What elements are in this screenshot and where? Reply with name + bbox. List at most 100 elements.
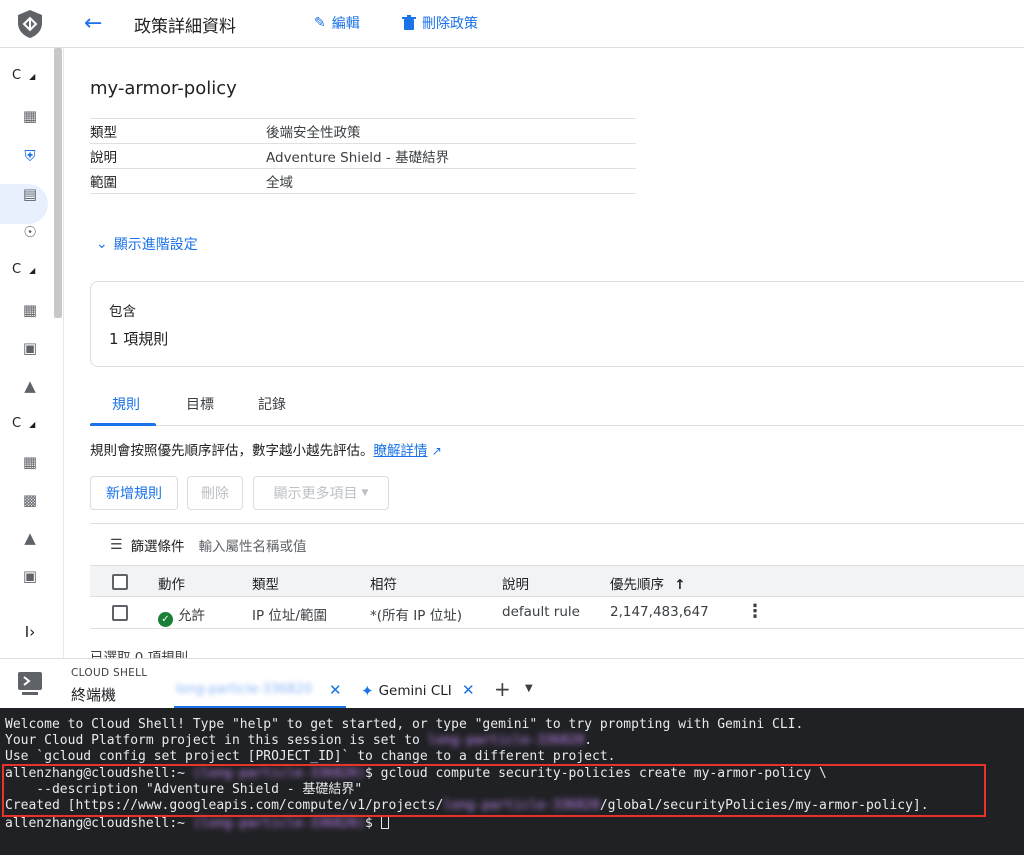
terminal-icon (18, 672, 42, 695)
cloud-shell-label: CLOUD SHELL (71, 667, 148, 679)
policy-name: my-armor-policy (90, 78, 237, 99)
caret-down-icon: ▼ (361, 488, 369, 498)
filter-bar: ☰ 篩選條件 輸入屬性名稱或值 (90, 523, 1024, 565)
rule-action: ✓ 允許 (158, 604, 205, 627)
info-row: 類型 後端安全性政策 (90, 119, 636, 144)
highlight-box (2, 764, 986, 817)
row-checkbox[interactable] (112, 605, 128, 621)
gemini-cli-label: Gemini CLI (378, 683, 452, 699)
grid-icon[interactable]: ▩ (18, 488, 42, 512)
info-value: Adventure Shield - 基礎結界 (266, 150, 450, 166)
rules-description: 規則會按照優先順序評估，數字越小越先評估。瞭解詳情 ↗ (90, 439, 442, 459)
info-key: 類型 (90, 125, 117, 141)
terminal-line: Welcome to Cloud Shell! Type "help" to g… (5, 717, 804, 732)
filter-label: 篩選條件 (130, 538, 185, 555)
info-key: 說明 (90, 150, 117, 166)
nav-section-letter[interactable]: C ◢ (12, 68, 35, 83)
add-rule-button[interactable]: 新增規則 (90, 476, 178, 510)
rule-description: default rule (502, 604, 580, 620)
expand-nav-icon[interactable]: I› (18, 620, 42, 644)
priority-label: 優先順序 (610, 577, 664, 593)
terminal[interactable]: Welcome to Cloud Shell! Type "help" to g… (0, 708, 1024, 855)
column-header-action[interactable]: 動作 (158, 573, 185, 593)
terminal-line: allenzhang@cloudshell:~ (long-particle-3… (5, 815, 389, 832)
nav-section-letter[interactable]: C ◢ (12, 416, 35, 431)
table-header: 動作 類型 相符 說明 優先順序 ↑ (90, 565, 1024, 597)
info-row: 說明 Adventure Shield - 基礎結界 (90, 144, 636, 169)
delete-policy-button[interactable]: 刪除政策 (402, 13, 478, 33)
filter-icon[interactable]: ☰ (110, 537, 123, 553)
delete-policy-label: 刪除政策 (422, 16, 478, 32)
contains-value: 1 項規則 (109, 330, 169, 348)
policy-info-table: 類型 後端安全性政策 說明 Adventure Shield - 基礎結界 範圍… (90, 118, 636, 194)
info-row: 範圍 全域 (90, 169, 636, 194)
delete-rule-button[interactable]: 刪除 (187, 476, 243, 510)
more-items-button[interactable]: 顯示更多項目 ▼ (253, 476, 389, 510)
select-all-checkbox[interactable] (112, 574, 128, 590)
info-value: 後端安全性政策 (266, 125, 361, 141)
back-arrow-icon[interactable]: ← (84, 12, 108, 36)
tab-targets[interactable]: 目標 (186, 394, 214, 414)
trash-icon (402, 15, 416, 30)
dashboard-icon[interactable]: ▦ (18, 104, 42, 128)
filter-input[interactable]: 輸入屬性名稱或值 (199, 535, 307, 555)
column-header-match[interactable]: 相符 (370, 573, 397, 593)
tab-rules[interactable]: 規則 (112, 394, 140, 414)
more-items-label: 顯示更多項目 (273, 486, 358, 502)
dashboard-icon[interactable]: ▦ (18, 450, 42, 474)
external-link-icon[interactable]: ↗ (432, 444, 442, 458)
selected-count: 已選取 0 項規則 (90, 650, 189, 658)
contains-label: 包含 (109, 304, 136, 320)
learn-more-link[interactable]: 瞭解詳情 (374, 443, 428, 459)
contains-card: 包含 1 項規則 (90, 281, 1024, 367)
show-advanced-toggle[interactable]: ⌄ 顯示進階設定 (96, 234, 198, 254)
sort-arrow-up-icon: ↑ (674, 577, 686, 593)
show-advanced-label: 顯示進階設定 (113, 237, 198, 253)
rule-action-label: 允許 (178, 608, 205, 624)
active-tab-indicator (90, 423, 156, 426)
dashboard-icon[interactable]: ▦ (18, 298, 42, 322)
storage-icon[interactable]: ▣ (18, 336, 42, 360)
gemini-sparkle-icon: ✦ (361, 682, 374, 700)
tab-bar: 規則 目標 記錄 (90, 386, 1024, 426)
terminal-line: Your Cloud Platform project in this sess… (5, 733, 593, 748)
check-circle-icon: ✓ (158, 612, 173, 627)
nav-scrollbar[interactable] (54, 48, 62, 318)
rule-priority: 2,147,483,647 (610, 604, 709, 620)
monitoring-icon[interactable]: ▤ (18, 182, 42, 206)
column-header-priority[interactable]: 優先順序 ↑ (610, 573, 686, 593)
network-icon[interactable]: ▲ (18, 374, 42, 398)
tab-logs[interactable]: 記錄 (258, 394, 286, 414)
column-header-type[interactable]: 類型 (252, 573, 279, 593)
more-vert-icon[interactable]: ⋮ (746, 601, 764, 622)
add-tab-icon[interactable]: + (494, 677, 511, 701)
rules-description-text: 規則會按照優先順序評估，數字越小越先評估。 (90, 443, 374, 459)
network-icon[interactable]: ▲ (18, 526, 42, 550)
edit-button[interactable]: ✎ 編輯 (314, 13, 360, 33)
edit-label: 編輯 (331, 16, 360, 32)
rules-table: 動作 類型 相符 說明 優先順序 ↑ ✓ 允許 IP 位址/範圍 *(所有 IP … (90, 565, 1024, 629)
terminal-cursor (380, 815, 389, 829)
nav-section-letter[interactable]: C ◢ (12, 262, 35, 277)
table-row: ✓ 允許 IP 位址/範圍 *(所有 IP 位址) default rule 2,… (90, 597, 1024, 629)
page-title: 政策詳細資料 (134, 17, 236, 37)
chevron-down-icon: ⌄ (96, 236, 108, 252)
terminal-line: Use `gcloud config set project [PROJECT_… (5, 749, 616, 764)
caret-down-icon[interactable]: ▼ (525, 683, 533, 694)
gemini-cli-tab[interactable]: ✦ Gemini CLI (361, 682, 452, 700)
close-icon[interactable]: ✕ (329, 681, 342, 699)
security-shield-icon[interactable]: ☉ (18, 220, 42, 244)
info-key: 範圍 (90, 175, 117, 191)
terminal-label: 終端機 (71, 686, 117, 704)
rule-match: *(所有 IP 位址) (370, 608, 462, 624)
shield-policy-icon[interactable]: ⛨ (18, 144, 42, 168)
column-header-description[interactable]: 說明 (502, 573, 529, 593)
project-tab[interactable]: long-particle-336820 (176, 682, 312, 697)
main-content: my-armor-policy 類型 後端安全性政策 說明 Adventure … (66, 48, 1024, 658)
cloud-armor-logo-icon[interactable] (14, 8, 46, 40)
cloud-shell-bar: CLOUD SHELL 終端機 long-particle-336820 ✕ ✦… (0, 658, 1024, 709)
rule-type: IP 位址/範圍 (252, 608, 327, 624)
close-icon[interactable]: ✕ (462, 681, 475, 699)
pencil-icon: ✎ (314, 15, 326, 31)
storage-icon[interactable]: ▣ (18, 564, 42, 588)
